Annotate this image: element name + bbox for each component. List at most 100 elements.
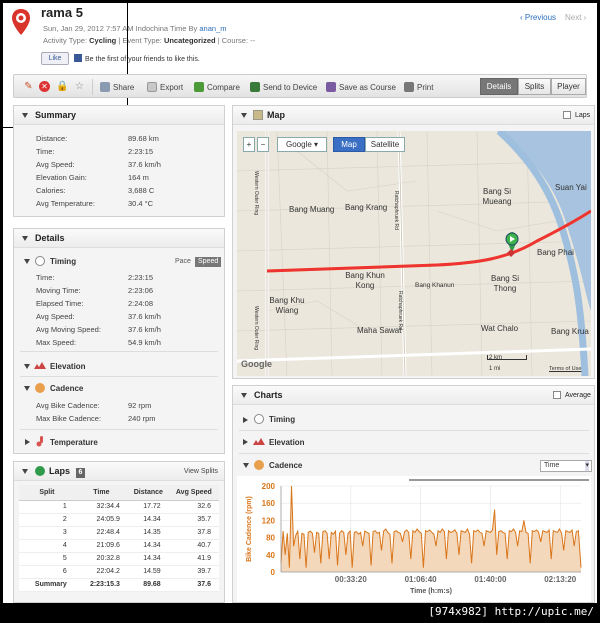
table-cell: 39.7 <box>168 565 219 579</box>
star-icon[interactable]: ☆ <box>74 81 85 92</box>
y-tick-label: 40 <box>266 551 275 560</box>
send-to-device-button[interactable]: Send to Device <box>250 82 317 92</box>
timing-chart-title[interactable]: Timing <box>269 415 295 424</box>
timing-stat-label: Moving Time: <box>36 286 81 295</box>
collapse-arrow-icon <box>22 469 28 474</box>
cadence-chart[interactable]: 0 40 80 120 160 200 00:33:20 01:06:40 01:40:00 02… <box>237 476 591 602</box>
summary-cell: Summary <box>19 577 75 592</box>
map-label: Suan Yai <box>555 183 587 192</box>
compare-button[interactable]: Compare <box>194 82 240 92</box>
zoom-out-button[interactable]: − <box>257 137 269 152</box>
activity-title[interactable]: rama 5 <box>41 5 83 20</box>
elevation-title[interactable]: Elevation <box>50 362 86 371</box>
speed-toggle[interactable]: Speed <box>195 257 222 267</box>
activity-header: rama 5 Sun, Jan 29, 2012 7:57 AM Indochi… <box>3 3 597 71</box>
table-cell: 1 <box>19 500 75 514</box>
table-row[interactable]: 2 24:05.9 14.34 35.7 <box>19 513 219 527</box>
like-button-label: Like <box>48 55 62 62</box>
table-cell: 14.35 <box>127 526 169 540</box>
summary-header[interactable]: Summary <box>14 106 224 125</box>
share-button[interactable]: Share <box>100 82 134 92</box>
table-row[interactable]: 4 21:09.6 14.34 40.7 <box>19 539 219 553</box>
average-checkbox[interactable] <box>553 391 561 399</box>
print-label: Print <box>417 83 434 92</box>
road-label: Western Outer Ring <box>253 306 259 351</box>
view-splits-link[interactable]: View Splits <box>184 462 218 481</box>
y-tick-label: 120 <box>262 516 276 525</box>
timing-stat-label: Avg Moving Speed: <box>36 325 101 334</box>
temperature-expand-icon[interactable] <box>25 439 30 445</box>
map-label: Bang Khu Wiang <box>269 296 305 315</box>
route-map[interactable]: + − Google ▾ Map Satellite Bang Muang Ba… <box>237 131 591 376</box>
zoom-in-button[interactable]: + <box>243 137 255 152</box>
laps-column-header[interactable]: Distance <box>127 485 169 501</box>
scale-mi: 1 mi <box>489 366 501 372</box>
map-provider-select[interactable]: Google ▾ <box>277 137 327 152</box>
owner-link[interactable]: anan_m <box>199 24 226 33</box>
elevation-chart-expand-icon[interactable] <box>243 439 248 445</box>
timing-stat-label: Avg Speed: <box>36 312 75 321</box>
view-player-button[interactable]: Player <box>551 78 586 95</box>
activity-type-value[interactable]: Cycling <box>89 36 116 45</box>
x-axis-select[interactable]: Time ▾ <box>540 460 592 472</box>
edit-icon[interactable]: ✎ <box>23 81 34 92</box>
satellite-type-button[interactable]: Satellite <box>365 137 405 152</box>
cadence-chart-collapse-icon[interactable] <box>243 463 249 468</box>
provider-label: Google <box>285 140 312 149</box>
view-details-button[interactable]: Details <box>480 78 518 95</box>
table-cell: 37.8 <box>168 526 219 540</box>
save-as-course-button[interactable]: Save as Course <box>326 82 396 92</box>
laps-column-header[interactable]: Avg Speed <box>168 485 219 501</box>
charts-header[interactable]: Charts Average <box>233 386 594 405</box>
summary-stat-value: 37.6 km/h <box>128 160 161 169</box>
table-row[interactable]: 3 22:48.4 14.35 37.8 <box>19 526 219 540</box>
laps-header[interactable]: Laps 6 View Splits <box>14 462 224 481</box>
export-button[interactable]: Export <box>147 82 183 92</box>
x-axis-select-value: Time <box>544 462 560 469</box>
cadence-title[interactable]: Cadence <box>50 384 83 393</box>
temperature-title[interactable]: Temperature <box>50 438 98 447</box>
event-type-value[interactable]: Uncategorized <box>164 36 216 45</box>
cadence-collapse-icon[interactable] <box>24 386 30 391</box>
table-row[interactable]: 5 20:32.8 14.34 41.9 <box>19 552 219 566</box>
speed-label: Speed <box>198 258 219 265</box>
x-tick-label: 01:40:00 <box>474 575 507 584</box>
terms-of-use-link[interactable]: Terms of Use <box>549 364 581 374</box>
details-header[interactable]: Details <box>14 229 224 248</box>
laps-column-header[interactable]: Time <box>74 485 128 501</box>
delete-icon[interactable]: ✕ <box>39 81 50 92</box>
cadence-chart-title[interactable]: Cadence <box>269 461 302 470</box>
table-row[interactable]: 6 22:04.2 14.59 39.7 <box>19 565 219 579</box>
cadence-stat-label: Max Bike Cadence: <box>36 414 102 423</box>
timing-stat-value: 2:23:15 <box>128 273 154 282</box>
y-tick-label: 0 <box>271 568 276 577</box>
summary-stat-value: 2:23:15 <box>128 147 154 156</box>
pace-toggle[interactable]: Pace <box>172 257 194 267</box>
summary-stat-value: 3,688 C <box>128 186 155 195</box>
next-link[interactable]: Next › <box>565 13 586 22</box>
like-button[interactable]: Like <box>41 52 69 65</box>
elevation-chart-title[interactable]: Elevation <box>269 438 305 447</box>
map-type-button[interactable]: Map <box>333 137 365 152</box>
laps-checkbox[interactable] <box>563 111 571 119</box>
lock-icon[interactable]: 🔒 <box>56 81 68 92</box>
table-row[interactable]: 1 32:34.4 17.72 32.6 <box>19 500 219 514</box>
map-header[interactable]: Map Laps <box>233 106 594 125</box>
previous-link[interactable]: ‹ Previous <box>520 13 556 22</box>
timing-stat-value: 2:23:06 <box>128 286 154 295</box>
course-icon <box>326 82 336 92</box>
cadence-stat-value: 92 rpm <box>128 401 152 410</box>
print-button[interactable]: Print <box>404 82 433 92</box>
section-divider <box>239 430 589 431</box>
view-splits-button[interactable]: Splits <box>518 78 551 95</box>
activity-meta: Activity Type: Cycling | Event Type: Unc… <box>43 36 255 45</box>
section-divider <box>239 453 589 454</box>
laps-column-header[interactable]: Split <box>19 485 75 501</box>
elevation-collapse-icon[interactable] <box>24 364 30 369</box>
timing-chart-expand-icon[interactable] <box>243 417 248 423</box>
timing-title[interactable]: Timing <box>50 257 76 266</box>
timing-collapse-icon[interactable] <box>24 259 30 264</box>
elevation-icon <box>253 438 265 445</box>
previous-label: Previous <box>524 13 557 22</box>
x-tick-label: 00:33:20 <box>335 575 368 584</box>
